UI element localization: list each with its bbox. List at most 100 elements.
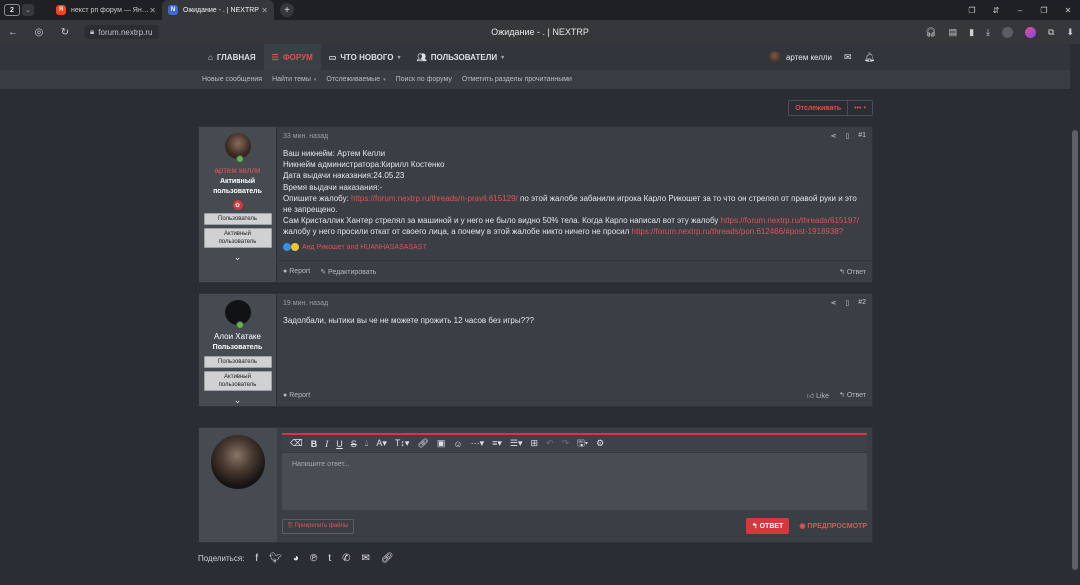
table-icon[interactable]: ⊞ bbox=[530, 438, 538, 449]
subnav-new-posts[interactable]: Новые сообщения bbox=[202, 76, 262, 83]
bookmarks-icon[interactable]: ⇵ bbox=[984, 6, 1008, 15]
subnav-find-threads[interactable]: Найти темы ▾ bbox=[272, 76, 316, 83]
text-size-icon[interactable]: T↕▾ bbox=[395, 438, 410, 449]
bookmark-icon[interactable]: ▯ bbox=[845, 132, 849, 140]
share-icon[interactable]: ⋖ bbox=[830, 299, 836, 307]
twitter-icon[interactable]: 🐦︎ bbox=[269, 553, 282, 564]
avatar[interactable] bbox=[224, 133, 251, 163]
post-timestamp[interactable]: 33 мин. назад bbox=[283, 133, 328, 140]
pinterest-icon[interactable]: ℗ bbox=[310, 553, 317, 564]
avatar[interactable] bbox=[224, 300, 251, 329]
more-options-icon[interactable]: ⋯▾ bbox=[471, 438, 485, 449]
profile-icon[interactable] bbox=[1002, 26, 1014, 38]
nav-whats-new[interactable]: ▭ ЧТО НОВОГО ▾ bbox=[321, 44, 409, 70]
strikethrough-icon[interactable]: S bbox=[351, 439, 357, 449]
image-icon[interactable]: ▣ bbox=[437, 438, 446, 449]
align-icon[interactable]: ≡▾ bbox=[492, 438, 502, 449]
color-drop-icon[interactable]: 💧︎ bbox=[365, 438, 369, 449]
watch-button[interactable]: Отслеживать bbox=[789, 101, 849, 115]
reactions-users[interactable]: Анд Рикошет and HUANHASASASAS7 bbox=[302, 242, 426, 253]
subnav-watched[interactable]: Отслеживаемые ▾ bbox=[326, 76, 385, 83]
underline-icon[interactable]: U bbox=[336, 439, 343, 449]
inbox-icon[interactable]: ✉ bbox=[844, 52, 852, 63]
download-icon[interactable]: ⤓ bbox=[986, 27, 990, 38]
report-button[interactable]: ● Report bbox=[283, 268, 310, 276]
reply-quote-button[interactable]: ↰ Ответ bbox=[839, 391, 866, 400]
nav-members[interactable]: 👥︎ ПОЛЬЗОВАТЕЛИ ▾ bbox=[409, 44, 513, 70]
headphones-icon[interactable]: 🎧︎ bbox=[925, 27, 936, 38]
reddit-icon[interactable]: ◕ bbox=[293, 553, 299, 564]
url-field[interactable]: 🔒︎ forum.nextrp.ru bbox=[84, 25, 159, 39]
extensions-icon[interactable]: ⧉ bbox=[1048, 27, 1054, 38]
bookmark-icon[interactable]: ▮ bbox=[969, 27, 974, 38]
account-menu[interactable]: артем келли bbox=[768, 51, 832, 63]
protect-icon[interactable]: ◎ bbox=[26, 27, 52, 38]
attach-files-button[interactable]: ⎘ Прикрепить файлы bbox=[282, 518, 355, 534]
thread-link[interactable]: https://forum.nextrp.ru/threads/615197/ bbox=[721, 216, 859, 225]
nav-forum[interactable]: ☰ ФОРУМ bbox=[263, 44, 321, 70]
post-number[interactable]: #2 bbox=[858, 299, 866, 307]
chevron-down-icon[interactable]: ▾ bbox=[398, 54, 401, 61]
settings-gear-icon[interactable]: ⚙ bbox=[596, 438, 604, 449]
redo-icon[interactable]: ↷ bbox=[562, 438, 570, 449]
chevron-down-icon[interactable]: ▾ bbox=[501, 54, 504, 61]
reply-textarea[interactable]: Напишите ответ... bbox=[282, 453, 867, 510]
tab-list-chevron-icon[interactable]: ⌄ bbox=[22, 4, 34, 16]
back-arrow-icon[interactable]: ← bbox=[0, 27, 26, 38]
edit-button[interactable]: ✎ Редактировать bbox=[320, 268, 376, 276]
avatar[interactable] bbox=[211, 435, 265, 489]
tab-count-button[interactable]: 2 bbox=[4, 4, 20, 16]
reply-quote-button[interactable]: ↰ Ответ bbox=[839, 268, 866, 276]
new-tab-plus-icon[interactable]: + bbox=[280, 3, 294, 17]
undo-icon[interactable]: ↶ bbox=[546, 438, 554, 449]
list-icon[interactable]: ☰▾ bbox=[510, 438, 523, 449]
nav-home[interactable]: ⌂ ГЛАВНАЯ bbox=[200, 44, 264, 70]
eraser-icon[interactable]: ⌫ bbox=[290, 438, 303, 449]
post-link[interactable]: https://forum.nextrp.ru/threads/pon.6124… bbox=[632, 227, 844, 236]
browser-tab-nextrp[interactable]: N Ожидание - . | NEXTRP ✕ bbox=[162, 0, 274, 20]
email-icon[interactable]: ✉ bbox=[361, 553, 369, 564]
share-icon[interactable]: ⋖ bbox=[830, 132, 836, 140]
tab-close-icon[interactable]: ✕ bbox=[261, 6, 268, 15]
subnav-search-forums[interactable]: Поиск по форуму bbox=[396, 76, 452, 83]
close-window-icon[interactable]: ✕ bbox=[1056, 6, 1080, 15]
submit-reply-button[interactable]: ↰ ОТВЕТ bbox=[745, 518, 790, 534]
reload-icon[interactable]: ↻ bbox=[52, 27, 78, 38]
drafts-icon[interactable]: 🖫︎▾ bbox=[577, 436, 588, 452]
tumblr-icon[interactable]: t bbox=[328, 553, 331, 564]
reader-icon[interactable]: ▤ bbox=[949, 27, 958, 38]
page-scrollbar[interactable] bbox=[1070, 44, 1080, 585]
browser-tab-yandex[interactable]: Я некст рп форум — Яндекс ✕ bbox=[50, 0, 162, 20]
share-bar: Поделиться: f 🐦︎ ◕ ℗ t ✆ ✉ 🔗︎ bbox=[198, 553, 394, 564]
complaint-link[interactable]: https://forum.nextrp.ru/threads/n-pravil… bbox=[351, 194, 518, 203]
collections-icon[interactable]: ❐ bbox=[960, 6, 984, 15]
minimize-icon[interactable]: – bbox=[1008, 6, 1032, 15]
post-timestamp[interactable]: 19 мин. назад bbox=[283, 300, 328, 307]
tab-close-icon[interactable]: ✕ bbox=[149, 6, 156, 15]
italic-icon[interactable]: I bbox=[325, 439, 328, 449]
post-username[interactable]: артем келли bbox=[214, 166, 260, 175]
facebook-icon[interactable]: f bbox=[255, 553, 258, 564]
smiley-icon[interactable]: ☺ bbox=[453, 439, 462, 449]
expand-chevron-icon[interactable]: ⌄ bbox=[234, 252, 242, 263]
thread-tools-button[interactable]: ••• ▾ bbox=[848, 101, 872, 115]
like-button[interactable]: 👍︎ Like bbox=[807, 391, 829, 400]
subnav-mark-read[interactable]: Отметить разделы прочитанными bbox=[462, 76, 572, 83]
link-icon[interactable]: 🔗︎ bbox=[381, 553, 394, 564]
report-button[interactable]: ● Report bbox=[283, 392, 310, 399]
whatsapp-icon[interactable]: ✆ bbox=[342, 553, 350, 564]
reactions-bar[interactable]: Анд Рикошет and HUANHASASASAS7 bbox=[283, 242, 866, 253]
restore-icon[interactable]: ❐ bbox=[1032, 6, 1056, 15]
preview-button[interactable]: ◉ ПРЕДПРОСМОТР bbox=[799, 522, 867, 530]
link-icon[interactable]: 🔗︎ bbox=[417, 438, 428, 449]
expand-chevron-icon[interactable]: ⌄ bbox=[234, 395, 242, 406]
font-color-icon[interactable]: A▾ bbox=[376, 438, 387, 449]
post-username[interactable]: Алои Хатаке bbox=[214, 332, 261, 341]
post-number[interactable]: #1 bbox=[858, 132, 866, 140]
bold-icon[interactable]: B bbox=[311, 439, 318, 449]
bell-icon[interactable]: 🔔︎ bbox=[864, 52, 875, 63]
downloads-list-icon[interactable]: ⬇ bbox=[1066, 27, 1074, 38]
alice-icon[interactable] bbox=[1025, 26, 1037, 38]
scrollbar-thumb[interactable] bbox=[1072, 130, 1078, 570]
bookmark-icon[interactable]: ▯ bbox=[845, 299, 849, 307]
